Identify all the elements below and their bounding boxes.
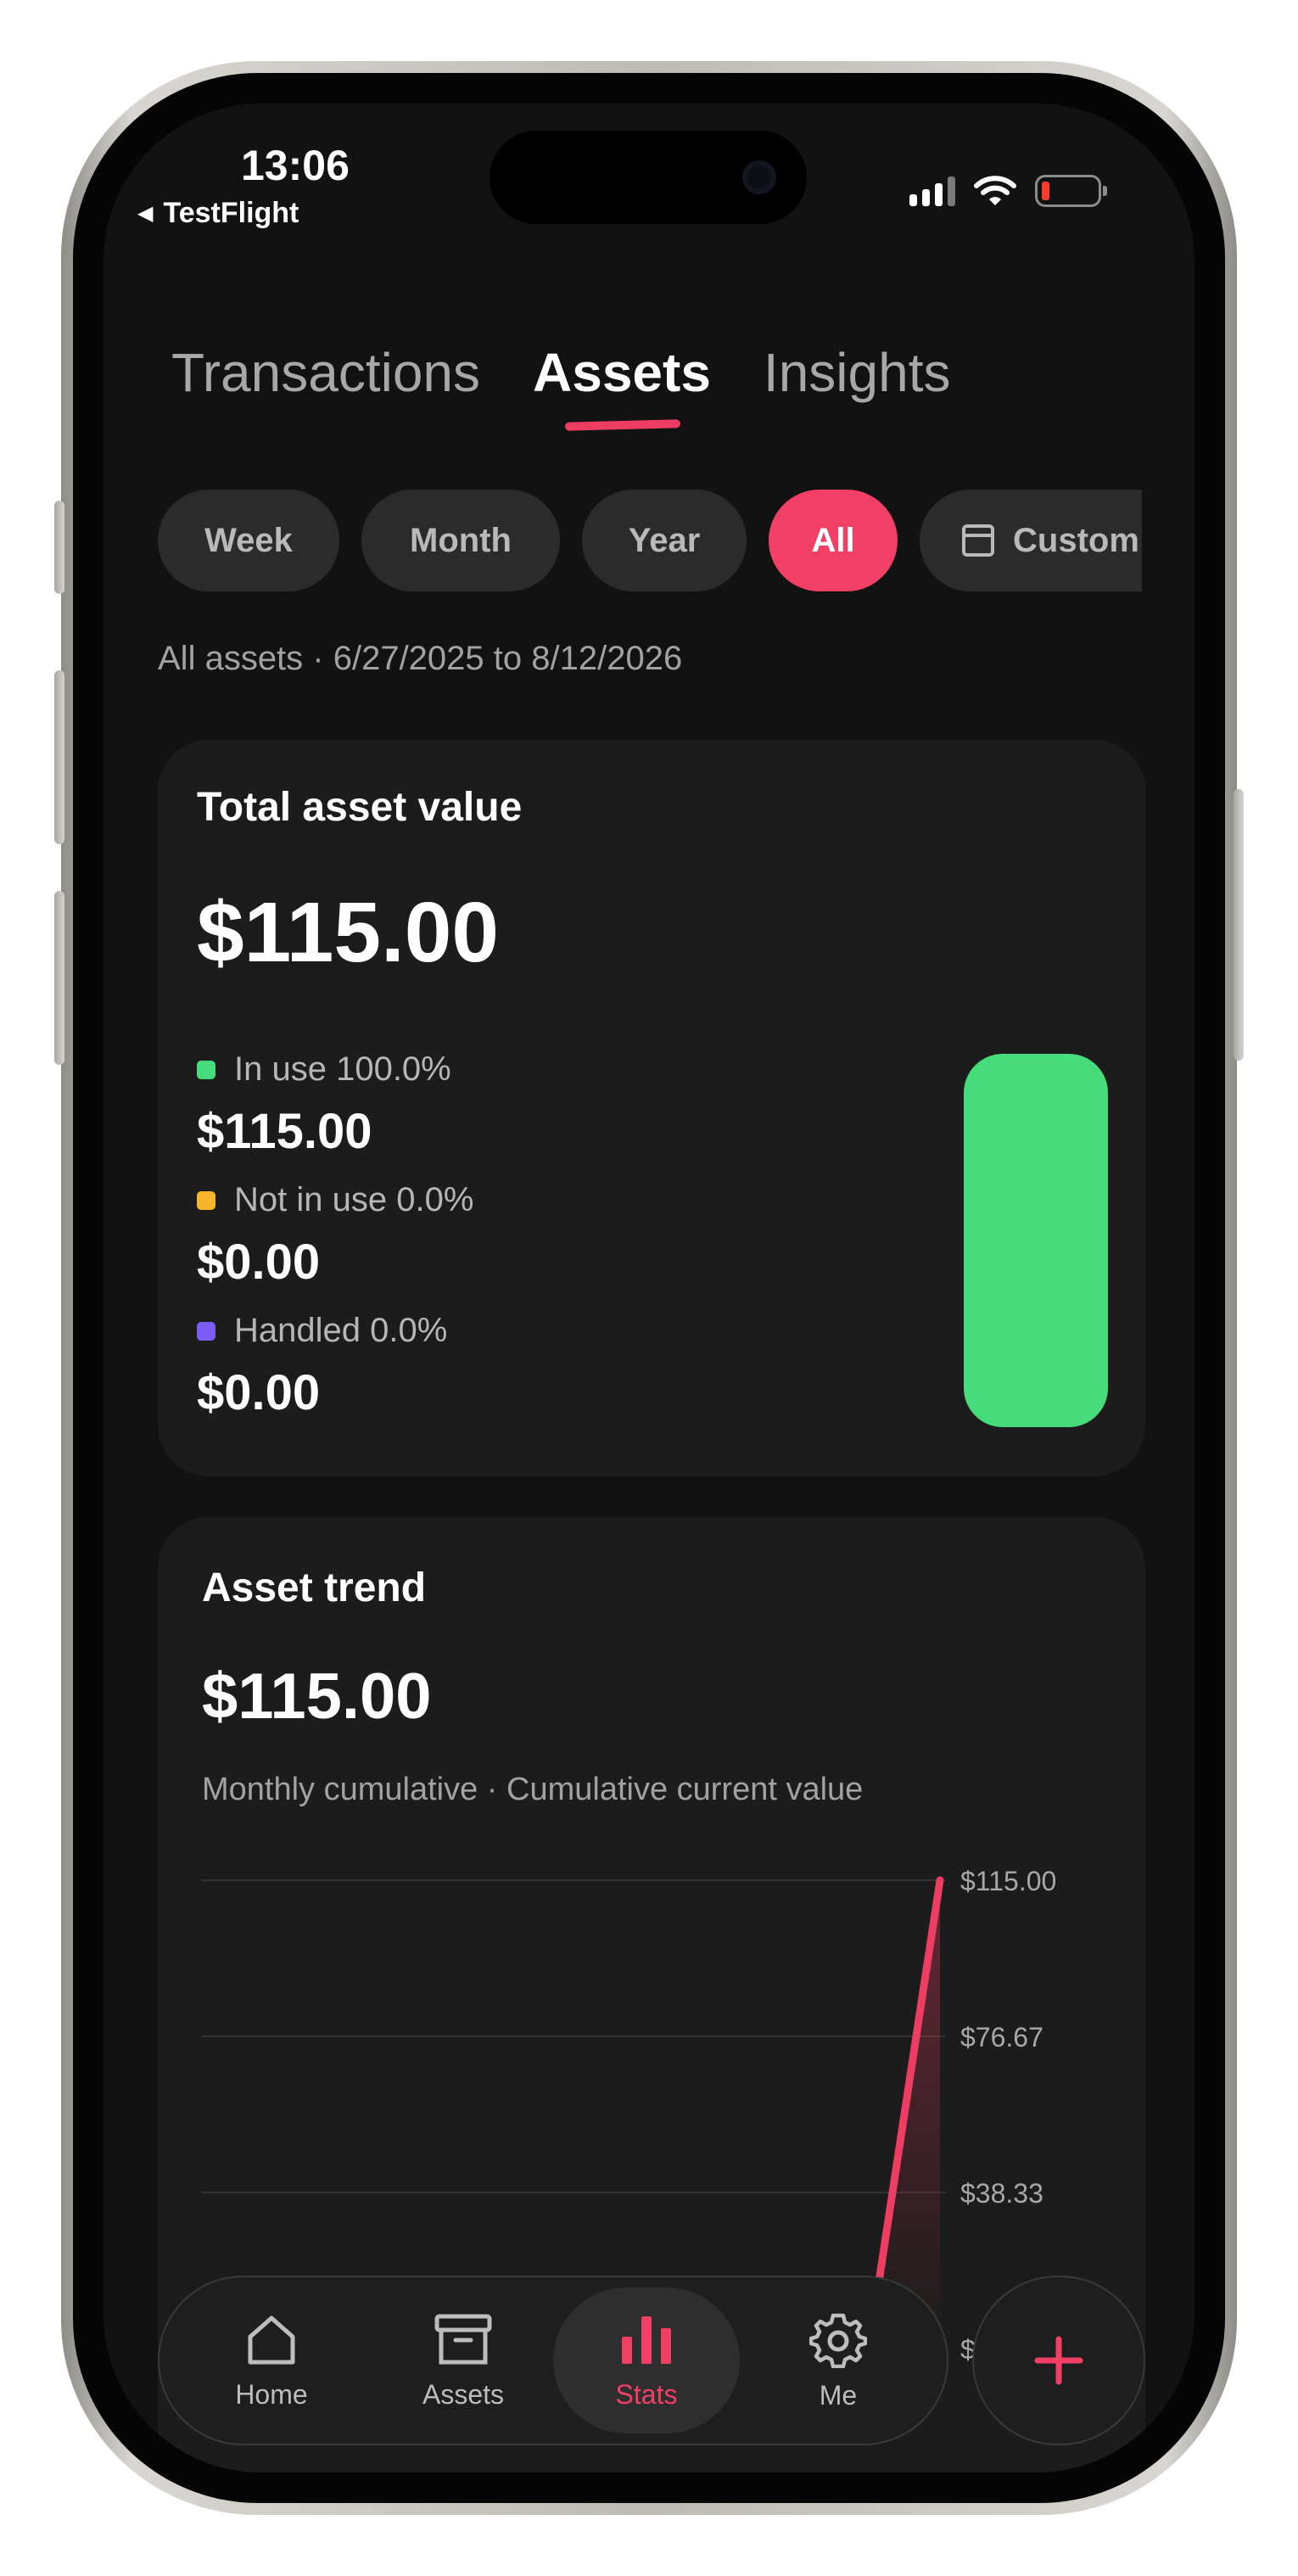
legend-handled: Handled 0.0% [197,1312,447,1350]
home-icon [248,2316,295,2364]
date-range-label: All assets · 6/27/2025 to 8/12/2026 [158,640,683,677]
archive-icon [434,2314,492,2364]
y-tick-label: $76.67 [960,2022,1043,2052]
legend-label: In use 100.0% [234,1050,451,1088]
back-label: TestFlight [163,197,299,229]
not-in-use-value: $0.00 [197,1235,321,1290]
handled-value: $0.00 [197,1365,321,1420]
filter-all[interactable]: All [769,490,898,591]
card-title: Asset trend [202,1565,427,1610]
y-tick-label: $38.33 [960,2178,1043,2209]
tab-transactions[interactable]: Transactions [171,341,480,404]
tab-insights[interactable]: Insights [764,341,951,404]
legend-label: Not in use 0.0% [234,1181,474,1218]
nav-stats-label: Stats [615,2378,678,2410]
trend-subtitle: Monthly cumulative · Cumulative current … [202,1772,864,1807]
back-arrow-icon: ◀ [137,202,154,225]
in-use-color-swatch [197,1060,215,1079]
gear-icon [809,2313,867,2368]
tab-assets[interactable]: Assets [533,341,711,431]
volume-up-button [54,670,64,844]
nav-me[interactable]: Me [745,2277,932,2444]
section-tabs: Transactions Assets Insights [171,341,951,431]
legend-in-use: In use 100.0% [197,1050,451,1089]
in-use-value: $115.00 [197,1104,372,1159]
total-asset-card: Total asset value $115.00 In use 100.0% … [158,740,1145,1476]
filter-custom-label: Custom [1013,521,1139,559]
bar-chart-icon [622,2316,671,2364]
filter-year[interactable]: Year [582,490,747,591]
tab-assets-label: Assets [533,342,711,403]
not-in-use-color-swatch [197,1190,215,1210]
screen: 13:06 ◀ TestFlight Transactions Assets I… [104,104,1194,2472]
handled-color-swatch [197,1321,215,1341]
filter-week[interactable]: Week [158,490,339,591]
in-use-bar [964,1054,1108,1427]
y-tick-label: $115.00 [960,1866,1056,1896]
plus-icon [1034,2336,1083,2385]
legend-label: Handled 0.0% [234,1312,448,1349]
dynamic-island [490,131,807,224]
camera-icon [742,160,776,194]
nav-assets[interactable]: Assets [370,2277,557,2444]
battery-icon [1035,175,1107,207]
nav-assets-label: Assets [422,2378,505,2410]
legend-not-in-use: Not in use 0.0% [197,1181,473,1219]
nav-home-label: Home [235,2378,308,2410]
total-asset-value: $115.00 [197,885,499,980]
volume-down-button [54,891,64,1065]
trend-value: $115.00 [202,1660,432,1733]
nav-me-label: Me [819,2379,858,2411]
filter-month[interactable]: Month [361,490,560,591]
active-tab-underline [564,419,681,431]
add-button[interactable] [972,2276,1145,2445]
action-button [54,501,64,594]
period-filter: Week Month Year All Custom [158,490,1142,591]
status-time: 13:06 [241,142,350,189]
filter-custom[interactable]: Custom [920,490,1142,591]
calendar-icon [962,524,994,557]
cellular-signal-icon [909,176,955,206]
nav-home[interactable]: Home [178,2277,365,2444]
status-icons [909,175,1107,207]
wifi-icon [974,176,1016,205]
power-button [1234,789,1244,1061]
back-to-app-link[interactable]: ◀ TestFlight [137,197,299,230]
tab-bar: Home Assets Stats Me [158,2276,948,2445]
nav-stats[interactable]: Stats [553,2288,740,2433]
card-title: Total asset value [197,785,523,830]
